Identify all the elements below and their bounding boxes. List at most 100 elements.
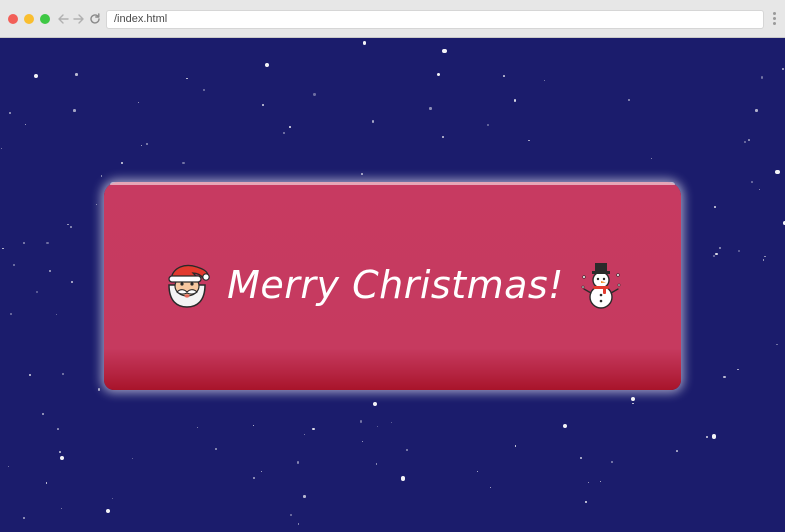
snowflake-dot bbox=[260, 470, 262, 472]
snowflake-dot bbox=[758, 188, 760, 190]
snowflake-dot bbox=[761, 76, 764, 79]
reload-icon bbox=[90, 13, 100, 24]
snowflake-dot bbox=[503, 75, 505, 77]
snowflake-dot bbox=[711, 434, 717, 440]
snowflake-dot bbox=[390, 421, 393, 424]
snowflake-dot bbox=[762, 258, 765, 261]
snowflake-dot bbox=[137, 101, 139, 103]
snowflake-dot bbox=[719, 247, 722, 250]
snowflake-dot bbox=[120, 162, 123, 165]
snowflake-dot bbox=[203, 89, 206, 92]
snowflake-dot bbox=[476, 471, 478, 473]
snowflake-dot bbox=[723, 375, 726, 379]
snowflake-dot bbox=[60, 455, 65, 460]
snowflake-dot bbox=[362, 440, 364, 443]
snowflake-dot bbox=[562, 423, 567, 428]
snowflake-dot bbox=[406, 449, 409, 452]
snowflake-dot bbox=[141, 144, 143, 147]
snowflake-dot bbox=[70, 280, 73, 283]
snowflake-dot bbox=[46, 242, 49, 245]
snowflake-dot bbox=[775, 170, 780, 175]
snowflake-dot bbox=[372, 402, 377, 407]
snowflake-dot bbox=[146, 143, 149, 146]
forward-button[interactable] bbox=[72, 10, 86, 28]
address-bar[interactable]: /index.html bbox=[106, 10, 764, 29]
snowflake-dot bbox=[46, 482, 48, 484]
snowflake-dot bbox=[59, 451, 61, 454]
snowflake-dot bbox=[627, 98, 631, 102]
snowflake-dot bbox=[289, 513, 293, 516]
snowflake-dot bbox=[28, 373, 31, 376]
snowflake-dot bbox=[543, 80, 545, 82]
snowflake-dot bbox=[95, 204, 97, 206]
snowflake-dot bbox=[97, 388, 101, 391]
snowflake-dot bbox=[764, 255, 767, 258]
arrow-left-icon bbox=[58, 14, 69, 24]
arrow-right-icon bbox=[73, 14, 84, 24]
snowflake-dot bbox=[10, 313, 13, 316]
snowflake-dot bbox=[22, 516, 25, 519]
minimize-window-button[interactable] bbox=[24, 14, 34, 24]
snowflake-dot bbox=[100, 175, 103, 177]
snowflake-dot bbox=[755, 109, 758, 112]
snowflake-dot bbox=[283, 131, 286, 135]
snowflake-dot bbox=[49, 269, 51, 272]
snowflake-dot bbox=[8, 465, 10, 468]
maximize-window-button[interactable] bbox=[40, 14, 50, 24]
snowflake-dot bbox=[377, 425, 379, 427]
snowflake-dot bbox=[630, 397, 635, 402]
snowflake-dot bbox=[41, 412, 45, 415]
reload-button[interactable] bbox=[88, 10, 102, 28]
snowflake-dot bbox=[2, 247, 4, 249]
snowflake-dot bbox=[13, 264, 16, 267]
snowflake-dot bbox=[73, 109, 76, 112]
snowflake-dot bbox=[70, 226, 72, 229]
snowflake-dot bbox=[288, 126, 291, 128]
browser-menu-button[interactable] bbox=[770, 12, 778, 28]
snowflake-dot bbox=[0, 148, 2, 150]
snowflake-dot bbox=[632, 402, 634, 405]
snowflake-dot bbox=[737, 368, 739, 370]
snowflake-dot bbox=[715, 253, 718, 256]
snowflake-dot bbox=[782, 68, 784, 70]
snowflake-dot bbox=[303, 434, 306, 436]
snowflake-dot bbox=[362, 40, 367, 45]
snowflake-dot bbox=[359, 420, 363, 423]
back-button[interactable] bbox=[56, 10, 70, 28]
snowflake-dot bbox=[748, 139, 750, 141]
snowflake-dot bbox=[400, 476, 406, 481]
snowflake-dot bbox=[714, 205, 716, 208]
snowflake-dot bbox=[303, 495, 306, 498]
snowflake-dot bbox=[514, 445, 517, 447]
snowflake-dot bbox=[610, 460, 614, 464]
snowflake-dot bbox=[744, 140, 747, 143]
snowflake-dot bbox=[111, 497, 114, 500]
snowflake-dot bbox=[706, 435, 709, 438]
greeting-card: Merry Christmas! bbox=[104, 182, 681, 390]
snowflake-dot bbox=[712, 254, 715, 257]
snowflake-dot bbox=[528, 139, 530, 142]
snowflake-dot bbox=[371, 120, 375, 123]
santa-claus-icon bbox=[163, 261, 211, 309]
snowflake-dot bbox=[375, 463, 378, 465]
snowflake-dot bbox=[57, 428, 59, 430]
snowflake-dot bbox=[55, 314, 57, 316]
snowflake-dot bbox=[429, 107, 432, 110]
snowflake-dot bbox=[252, 477, 255, 480]
snowflake-dot bbox=[34, 73, 38, 78]
snowflake-dot bbox=[131, 458, 133, 460]
snowflake-dot bbox=[185, 77, 188, 80]
menu-dot bbox=[772, 17, 776, 20]
snowflake-dot bbox=[580, 457, 583, 460]
snowflake-dot bbox=[599, 481, 601, 483]
snowflake-dot bbox=[738, 250, 741, 253]
snowflake-dot bbox=[312, 427, 315, 431]
snowflake-dot bbox=[360, 173, 363, 175]
close-window-button[interactable] bbox=[8, 14, 18, 24]
snowflake-dot bbox=[9, 111, 12, 114]
snowflake-dot bbox=[676, 450, 678, 452]
snowflake-dot bbox=[313, 93, 316, 96]
snowflake-dot bbox=[67, 224, 69, 226]
snowflake-dot bbox=[513, 99, 516, 102]
snowflake-dot bbox=[75, 73, 78, 76]
